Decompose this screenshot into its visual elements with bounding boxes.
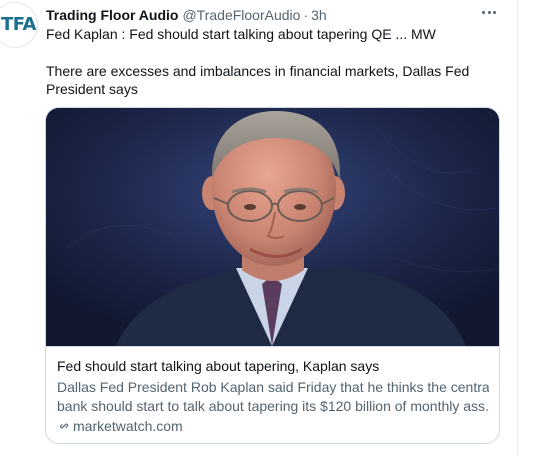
card-description-line: Dallas Fed President Rob Kaplan said Fri… [57, 379, 489, 395]
tweet-text-line: There are excesses and imbalances in fin… [46, 62, 470, 98]
link-icon [59, 423, 69, 429]
portrait-photo [46, 108, 499, 346]
tweet-header: Trading Floor Audio @TradeFloorAudio · 3… [46, 6, 327, 24]
card-divider [46, 346, 499, 347]
timeline-divider [517, 0, 518, 456]
card-domain-text: marketwatch.com [73, 418, 183, 434]
author-handle[interactable]: @TradeFloorAudio [182, 7, 300, 23]
avatar[interactable]: TFA [0, 2, 38, 48]
author-name[interactable]: Trading Floor Audio [46, 7, 178, 23]
card-domain[interactable]: marketwatch.com [57, 417, 183, 435]
more-horizontal-icon[interactable] [478, 3, 500, 21]
tweet-timestamp[interactable]: 3h [311, 7, 327, 23]
card-image[interactable] [46, 108, 499, 346]
avatar-logo-text: TFA [1, 14, 36, 35]
card-description[interactable]: Dallas Fed President Rob Kaplan said Fri… [57, 378, 489, 416]
tweet-text: Fed Kaplan : Fed should start talking ab… [46, 25, 501, 99]
link-card[interactable]: Fed should start talking about tapering,… [45, 107, 500, 444]
header-separator: · [303, 7, 309, 23]
tweet[interactable]: TFA Trading Floor Audio @TradeFloorAudio… [0, 0, 517, 456]
card-title[interactable]: Fed should start talking about tapering,… [57, 358, 489, 374]
tweet-text-line: Fed Kaplan : Fed should start talking ab… [46, 26, 436, 42]
card-description-line: bank should start to talk about tapering… [57, 398, 489, 414]
